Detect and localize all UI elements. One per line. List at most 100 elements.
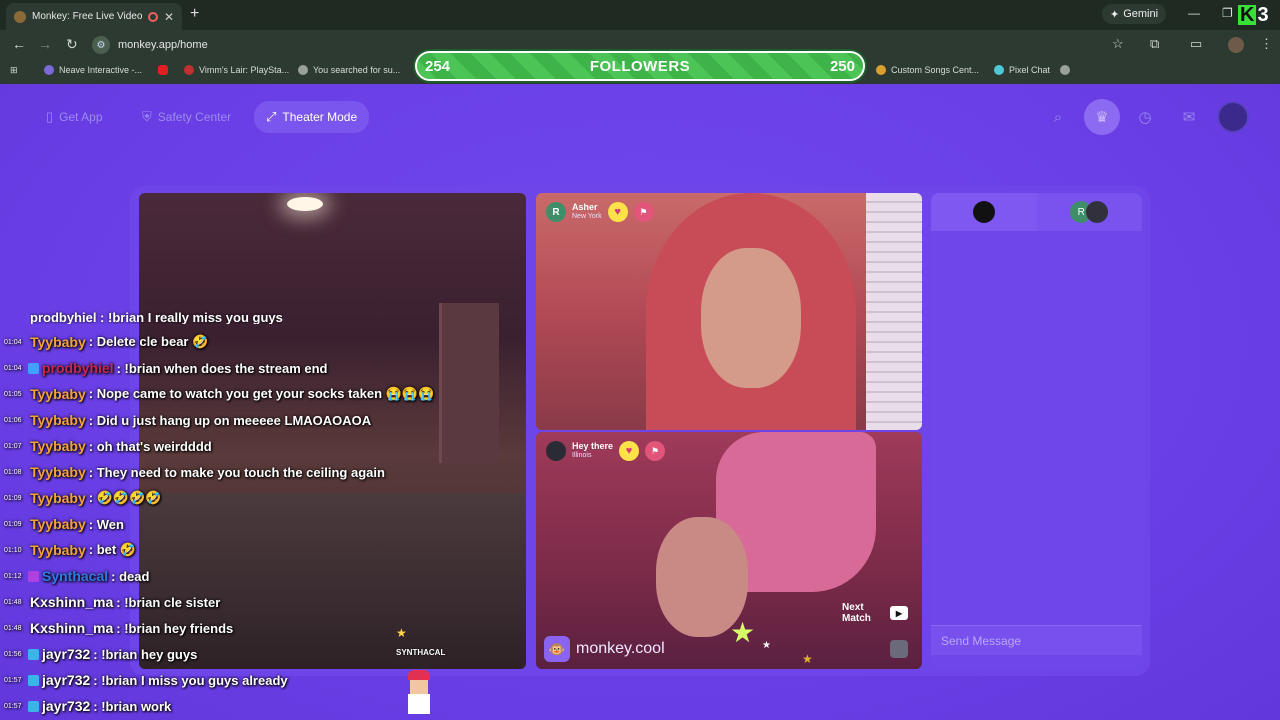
extensions-icon[interactable]: ⧉ (1150, 36, 1159, 52)
watermark-text: monkey.cool (576, 640, 665, 657)
followers-label: FOLLOWERS (589, 57, 691, 75)
minimize-icon[interactable]: — (1188, 6, 1200, 20)
close-tab-icon[interactable]: ✕ (164, 10, 174, 24)
gemini-button[interactable]: ✦ Gemini (1102, 4, 1167, 24)
chat-username[interactable]: Tyybaby (30, 386, 86, 402)
star-effect-icon: ★ (730, 617, 756, 648)
chat-username[interactable]: Tyybaby (30, 516, 86, 532)
back-icon[interactable]: ← (12, 36, 26, 52)
report-icon[interactable]: ⚑ (633, 202, 654, 222)
site-info-icon[interactable]: ⚙ (92, 36, 110, 54)
monkey-logo-icon: 🐵 (544, 636, 570, 662)
search-icon[interactable]: ⌕ (1043, 102, 1073, 132)
chat-timestamp: 01:48 (4, 624, 22, 632)
bookmark-label: Custom Songs Cent... (891, 65, 980, 75)
profile-avatar[interactable] (1228, 37, 1244, 53)
safety-center-button[interactable]: ⛨ Safety Center (130, 102, 243, 132)
next-match-label: Next Match (842, 602, 871, 624)
kick-logo: K 3 (1238, 4, 1280, 26)
chat-line: 01:09 Tyybaby: Wen (4, 514, 124, 534)
new-tab-button[interactable]: + (190, 5, 199, 23)
chat-username[interactable]: Synthacal (42, 568, 108, 584)
chat-message: : bet 🤣 (88, 542, 137, 557)
send-message-box[interactable] (931, 625, 1142, 655)
chat-username[interactable]: Tyybaby (30, 490, 86, 506)
chat-username[interactable]: Tyybaby (30, 334, 86, 350)
globe-icon (298, 65, 308, 75)
safety-center-label: Safety Center (157, 110, 232, 124)
tab-title: Monkey: Free Live Video Ch (32, 11, 142, 22)
bookmark-globe[interactable] (1060, 65, 1070, 75)
chat-tab-2[interactable]: R (1036, 193, 1142, 231)
user-badge-icon (28, 648, 39, 660)
get-app-button[interactable]: ▯ Get App (34, 102, 115, 132)
chat-username[interactable]: Tyybaby (30, 542, 86, 558)
match-user-badge-bottom[interactable]: Hey there Illinois ♥ ⚑ (546, 439, 666, 463)
chat-line: 01:57 jayr732: !brian I miss you guys alr… (4, 670, 288, 690)
chat-line: 01:09 Tyybaby: 🤣🤣🤣🤣 (4, 488, 161, 508)
chat-username[interactable]: jayr732 (42, 698, 90, 714)
crown-icon[interactable]: ♛ (1084, 99, 1120, 135)
chat-username[interactable]: Tyybaby (30, 464, 86, 480)
sprite-label: SYNTHACAL (396, 648, 446, 657)
chat-tab-1[interactable] (931, 193, 1037, 231)
next-match-button[interactable]: Next Match ▶ (842, 600, 914, 626)
chat-username[interactable]: Tyybaby (30, 438, 86, 454)
chat-message: : !brian hey friends (116, 620, 234, 636)
chat-username[interactable]: Tyybaby (30, 412, 86, 428)
recording-icon (147, 11, 158, 22)
chat-message: : They need to make you touch the ceilin… (88, 464, 385, 480)
menu-icon[interactable]: ⋮ (1260, 36, 1273, 52)
forward-icon[interactable]: → (38, 36, 52, 52)
blinds (866, 193, 922, 430)
heart-icon[interactable]: ♥ (619, 441, 640, 461)
chat-username[interactable]: jayr732 (42, 646, 90, 662)
followers-goal: 250 (829, 57, 855, 75)
bookmark-custom-songs[interactable]: Custom Songs Cent... (876, 65, 979, 75)
url-field[interactable]: ⚙ monkey.app/home (92, 34, 208, 56)
chat-username[interactable]: prodbyhiel (42, 360, 114, 376)
chat-timestamp: 01:09 (4, 520, 22, 528)
bookmark-star-icon[interactable]: ☆ (1112, 36, 1124, 52)
browser-tab[interactable]: Monkey: Free Live Video Ch ✕ (6, 3, 182, 30)
chat-timestamp: 01:12 (4, 572, 22, 580)
bookmark-neave[interactable]: Neave Interactive -... (44, 65, 142, 75)
bookmark-label: Neave Interactive -... (59, 65, 143, 75)
chat-line: 01:10 Tyybaby: bet 🤣 (4, 540, 136, 560)
chat-message: : oh that's weirdddd (88, 438, 212, 454)
send-message-input[interactable] (931, 626, 1142, 655)
chat-username[interactable]: Kxshinn_ma (30, 620, 113, 636)
messages-icon[interactable]: ✉ (1174, 102, 1204, 132)
chat-message: : !brian cle sister (116, 594, 221, 610)
chat-username[interactable]: jayr732 (42, 672, 90, 688)
reload-icon[interactable]: ↻ (66, 36, 78, 53)
chat-username[interactable]: Kxshinn_ma (30, 594, 113, 610)
apps-grid-icon[interactable]: ⊞ (10, 65, 18, 76)
theater-mode-button[interactable]: ⤢ Theater Mode (254, 101, 370, 133)
history-icon[interactable]: ◷ (1130, 102, 1160, 132)
user-avatar[interactable] (1217, 101, 1249, 133)
shield-icon: ⛨ (142, 109, 152, 124)
user-badge-icon (28, 570, 39, 582)
camera-toggle-icon[interactable] (890, 640, 908, 658)
report-icon[interactable]: ⚑ (645, 441, 666, 461)
user-name: Asher (572, 202, 598, 212)
cast-icon[interactable]: ▭ (1190, 36, 1202, 52)
bookmark-label: Pixel Chat (1009, 65, 1051, 75)
chat-line: 01:08 Tyybaby: They need to make you touc… (4, 462, 385, 482)
custom-songs-icon (876, 65, 886, 75)
chat-line: 01:04 prodbyhiel: !brian when does the st… (4, 358, 328, 378)
stream-chat-overlay: 01:04 Tyybaby: Delete cle bear 🤣 01:04 prod… (0, 310, 470, 720)
bookmark-search[interactable]: You searched for su... (298, 65, 400, 75)
match-user-badge[interactable]: R Asher New York ♥ ⚑ (546, 200, 654, 224)
chat-user-avatar (972, 201, 995, 223)
bookmark-pixel-chat[interactable]: Pixel Chat (994, 65, 1050, 75)
bookmark-youtube[interactable] (158, 65, 168, 75)
chat-timestamp: 01:04 (4, 338, 22, 346)
chat-timestamp: 01:48 (4, 598, 22, 606)
chat-timestamp: 01:57 (4, 676, 22, 684)
maximize-icon[interactable]: ❐ (1222, 6, 1233, 20)
heart-icon[interactable]: ♥ (607, 202, 628, 222)
bookmark-vimm[interactable]: Vimm's Lair: PlaySta... (184, 65, 289, 75)
browser-tab-bar: Monkey: Free Live Video Ch ✕ + ✦ Gemini … (0, 0, 1280, 30)
